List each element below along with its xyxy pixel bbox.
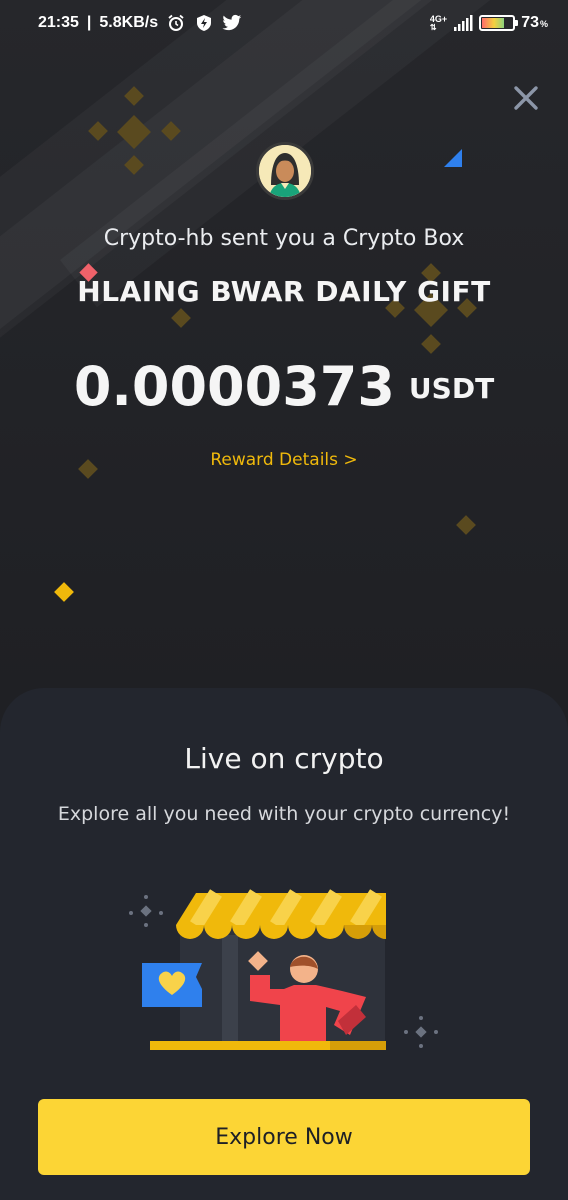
- amount-row: 0.0000373 USDT: [0, 360, 568, 414]
- battery-percent: 73: [521, 14, 539, 31]
- shop-illustration: [129, 889, 438, 1050]
- close-button[interactable]: [508, 80, 544, 116]
- gift-title: HLAING BWAR DAILY GIFT: [77, 275, 491, 308]
- close-icon: [514, 86, 538, 110]
- battery-unit: %: [539, 19, 548, 29]
- status-bar: 21:35 | 5.8KB/s 4G+ ⇅ 73%: [38, 13, 548, 33]
- reward-details-link[interactable]: Reward Details >: [0, 450, 568, 470]
- header-background: [0, 0, 568, 700]
- gift-currency: USDT: [408, 372, 495, 405]
- gift-amount: 0.0000373: [73, 355, 395, 418]
- battery-icon: [479, 15, 519, 31]
- sender-avatar: [256, 142, 314, 200]
- twitter-icon: [222, 13, 242, 33]
- alarm-icon: [166, 13, 186, 33]
- explore-now-button[interactable]: Explore Now: [38, 1099, 530, 1175]
- shield-bolt-icon: [194, 13, 214, 33]
- panel-title: Live on crypto: [184, 742, 384, 775]
- sender-message: Crypto-hb sent you a Crypto Box: [103, 226, 465, 251]
- panel-subtitle: Explore all you need with your crypto cu…: [57, 803, 511, 825]
- signal-icon: [453, 13, 473, 33]
- status-net-speed: 5.8KB/s: [99, 14, 159, 31]
- status-time: 21:35: [38, 14, 79, 31]
- decor-triangle: [444, 149, 462, 167]
